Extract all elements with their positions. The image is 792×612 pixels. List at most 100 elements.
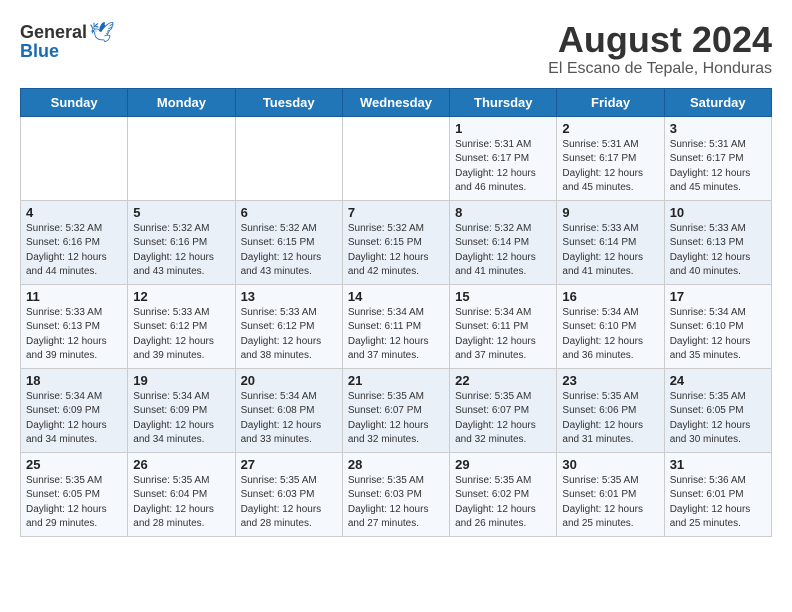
- calendar-cell-16: 13 Sunrise: 5:33 AM Sunset: 6:12 PM Dayli…: [235, 284, 342, 368]
- calendar-cell-19: 16Sunrise: 5:34 AM Sunset: 6:10 PM Dayli…: [557, 284, 664, 368]
- day-number: 6: [241, 205, 337, 220]
- day-info: Sunrise: 5:35 AM Sunset: 6:03 PM Dayligh…: [241, 474, 337, 532]
- day-number: 18: [26, 373, 122, 388]
- calendar-cell-29: 26 Sunrise: 5:35 AM Sunset: 6:04 PM Dayli…: [128, 452, 235, 536]
- calendar-cell-30: 27Sunrise: 5:35 AM Sunset: 6:03 PM Dayli…: [235, 452, 342, 536]
- day-info: Sunrise: 5:35 AM Sunset: 6:01 PM Dayligh…: [562, 474, 658, 532]
- day-number: 19: [133, 373, 229, 388]
- day-info: Sunrise: 5:34 AM Sunset: 6:08 PM Dayligh…: [241, 390, 337, 448]
- day-info: Sunrise: 5:32 AM Sunset: 6:14 PM Dayligh…: [455, 222, 551, 280]
- day-info: Sunrise: 5:33 AM Sunset: 6:12 PM Dayligh…: [241, 306, 337, 364]
- day-number: 22: [455, 373, 551, 388]
- calendar-cell-31: 28 Sunrise: 5:35 AM Sunset: 6:03 PM Dayli…: [342, 452, 449, 536]
- day-number: 17: [670, 289, 766, 304]
- day-info: Sunrise: 5:31 AM Sunset: 6:17 PM Dayligh…: [562, 138, 658, 196]
- calendar-cell-11: 8 Sunrise: 5:32 AM Sunset: 6:14 PM Daylig…: [450, 200, 557, 284]
- day-number: 5: [133, 205, 229, 220]
- calendar-cell-6: 3 Sunrise: 5:31 AM Sunset: 6:17 PM Daylig…: [664, 116, 771, 200]
- day-info: Sunrise: 5:32 AM Sunset: 6:16 PM Dayligh…: [26, 222, 122, 280]
- day-info: Sunrise: 5:36 AM Sunset: 6:01 PM Dayligh…: [670, 474, 766, 532]
- weekday-header-row: SundayMondayTuesdayWednesdayThursdayFrid…: [21, 88, 772, 116]
- calendar-cell-22: 19 Sunrise: 5:34 AM Sunset: 6:09 PM Dayli…: [128, 368, 235, 452]
- calendar-cell-10: 7 Sunrise: 5:32 AM Sunset: 6:15 PM Daylig…: [342, 200, 449, 284]
- day-number: 11: [26, 289, 122, 304]
- weekday-header-friday: Friday: [557, 88, 664, 116]
- day-info: Sunrise: 5:35 AM Sunset: 6:04 PM Dayligh…: [133, 474, 229, 532]
- calendar-cell-3: [342, 116, 449, 200]
- day-info: Sunrise: 5:34 AM Sunset: 6:09 PM Dayligh…: [133, 390, 229, 448]
- day-info: Sunrise: 5:31 AM Sunset: 6:17 PM Dayligh…: [670, 138, 766, 196]
- day-info: Sunrise: 5:35 AM Sunset: 6:03 PM Dayligh…: [348, 474, 444, 532]
- day-number: 4: [26, 205, 122, 220]
- day-number: 12: [133, 289, 229, 304]
- day-number: 26: [133, 457, 229, 472]
- day-info: Sunrise: 5:32 AM Sunset: 6:16 PM Dayligh…: [133, 222, 229, 280]
- day-number: 8: [455, 205, 551, 220]
- day-number: 14: [348, 289, 444, 304]
- calendar-cell-26: 23 Sunrise: 5:35 AM Sunset: 6:06 PM Dayli…: [557, 368, 664, 452]
- calendar-cell-33: 30 Sunrise: 5:35 AM Sunset: 6:01 PM Dayli…: [557, 452, 664, 536]
- calendar-cell-12: 9Sunrise: 5:33 AM Sunset: 6:14 PM Daylig…: [557, 200, 664, 284]
- day-number: 28: [348, 457, 444, 472]
- day-number: 1: [455, 121, 551, 136]
- day-number: 3: [670, 121, 766, 136]
- sub-title: El Escano de Tepale, Honduras: [548, 60, 772, 78]
- title-area: August 2024 El Escano de Tepale, Hondura…: [548, 20, 772, 78]
- calendar-cell-20: 17 Sunrise: 5:34 AM Sunset: 6:10 PM Dayli…: [664, 284, 771, 368]
- weekday-header-sunday: Sunday: [21, 88, 128, 116]
- day-number: 29: [455, 457, 551, 472]
- calendar-cell-13: 10 Sunrise: 5:33 AM Sunset: 6:13 PM Dayli…: [664, 200, 771, 284]
- day-number: 30: [562, 457, 658, 472]
- day-info: Sunrise: 5:34 AM Sunset: 6:10 PM Dayligh…: [562, 306, 658, 364]
- calendar-cell-18: 15Sunrise: 5:34 AM Sunset: 6:11 PM Dayli…: [450, 284, 557, 368]
- day-number: 25: [26, 457, 122, 472]
- week-row-1: 1 Sunrise: 5:31 AM Sunset: 6:17 PM Daylig…: [21, 116, 772, 200]
- day-info: Sunrise: 5:34 AM Sunset: 6:11 PM Dayligh…: [455, 306, 551, 364]
- calendar-cell-0: [21, 116, 128, 200]
- day-info: Sunrise: 5:34 AM Sunset: 6:09 PM Dayligh…: [26, 390, 122, 448]
- day-number: 2: [562, 121, 658, 136]
- weekday-header-wednesday: Wednesday: [342, 88, 449, 116]
- day-number: 7: [348, 205, 444, 220]
- main-title: August 2024: [548, 20, 772, 60]
- day-number: 23: [562, 373, 658, 388]
- logo-general: General: [20, 22, 87, 43]
- day-number: 24: [670, 373, 766, 388]
- calendar-cell-24: 21Sunrise: 5:35 AM Sunset: 6:07 PM Dayli…: [342, 368, 449, 452]
- logo: General 🕊 Blue: [20, 20, 114, 62]
- day-info: Sunrise: 5:33 AM Sunset: 6:12 PM Dayligh…: [133, 306, 229, 364]
- week-row-3: 11 Sunrise: 5:33 AM Sunset: 6:13 PM Dayli…: [21, 284, 772, 368]
- day-info: Sunrise: 5:35 AM Sunset: 6:02 PM Dayligh…: [455, 474, 551, 532]
- day-info: Sunrise: 5:35 AM Sunset: 6:05 PM Dayligh…: [26, 474, 122, 532]
- day-info: Sunrise: 5:35 AM Sunset: 6:06 PM Dayligh…: [562, 390, 658, 448]
- calendar-cell-9: 6Sunrise: 5:32 AM Sunset: 6:15 PM Daylig…: [235, 200, 342, 284]
- calendar-cell-28: 25 Sunrise: 5:35 AM Sunset: 6:05 PM Dayli…: [21, 452, 128, 536]
- day-info: Sunrise: 5:33 AM Sunset: 6:13 PM Dayligh…: [26, 306, 122, 364]
- day-info: Sunrise: 5:35 AM Sunset: 6:05 PM Dayligh…: [670, 390, 766, 448]
- calendar-cell-23: 20Sunrise: 5:34 AM Sunset: 6:08 PM Dayli…: [235, 368, 342, 452]
- calendar-cell-7: 4 Sunrise: 5:32 AM Sunset: 6:16 PM Daylig…: [21, 200, 128, 284]
- calendar-cell-2: [235, 116, 342, 200]
- day-info: Sunrise: 5:34 AM Sunset: 6:10 PM Dayligh…: [670, 306, 766, 364]
- calendar-cell-4: 1Sunrise: 5:31 AM Sunset: 6:17 PM Daylig…: [450, 116, 557, 200]
- day-info: Sunrise: 5:35 AM Sunset: 6:07 PM Dayligh…: [455, 390, 551, 448]
- day-info: Sunrise: 5:32 AM Sunset: 6:15 PM Dayligh…: [348, 222, 444, 280]
- week-row-4: 18 Sunrise: 5:34 AM Sunset: 6:09 PM Dayli…: [21, 368, 772, 452]
- weekday-header-monday: Monday: [128, 88, 235, 116]
- calendar-cell-14: 11 Sunrise: 5:33 AM Sunset: 6:13 PM Dayli…: [21, 284, 128, 368]
- calendar-cell-1: [128, 116, 235, 200]
- day-number: 13: [241, 289, 337, 304]
- weekday-header-thursday: Thursday: [450, 88, 557, 116]
- logo-blue: Blue: [20, 41, 59, 62]
- calendar-cell-15: 12 Sunrise: 5:33 AM Sunset: 6:12 PM Dayli…: [128, 284, 235, 368]
- day-number: 31: [670, 457, 766, 472]
- day-number: 21: [348, 373, 444, 388]
- calendar-cell-5: 2 Sunrise: 5:31 AM Sunset: 6:17 PM Daylig…: [557, 116, 664, 200]
- logo-bird-icon: 🕊: [89, 20, 114, 45]
- weekday-header-saturday: Saturday: [664, 88, 771, 116]
- day-info: Sunrise: 5:33 AM Sunset: 6:13 PM Dayligh…: [670, 222, 766, 280]
- week-row-2: 4 Sunrise: 5:32 AM Sunset: 6:16 PM Daylig…: [21, 200, 772, 284]
- day-number: 10: [670, 205, 766, 220]
- day-info: Sunrise: 5:33 AM Sunset: 6:14 PM Dayligh…: [562, 222, 658, 280]
- calendar-cell-27: 24 Sunrise: 5:35 AM Sunset: 6:05 PM Dayli…: [664, 368, 771, 452]
